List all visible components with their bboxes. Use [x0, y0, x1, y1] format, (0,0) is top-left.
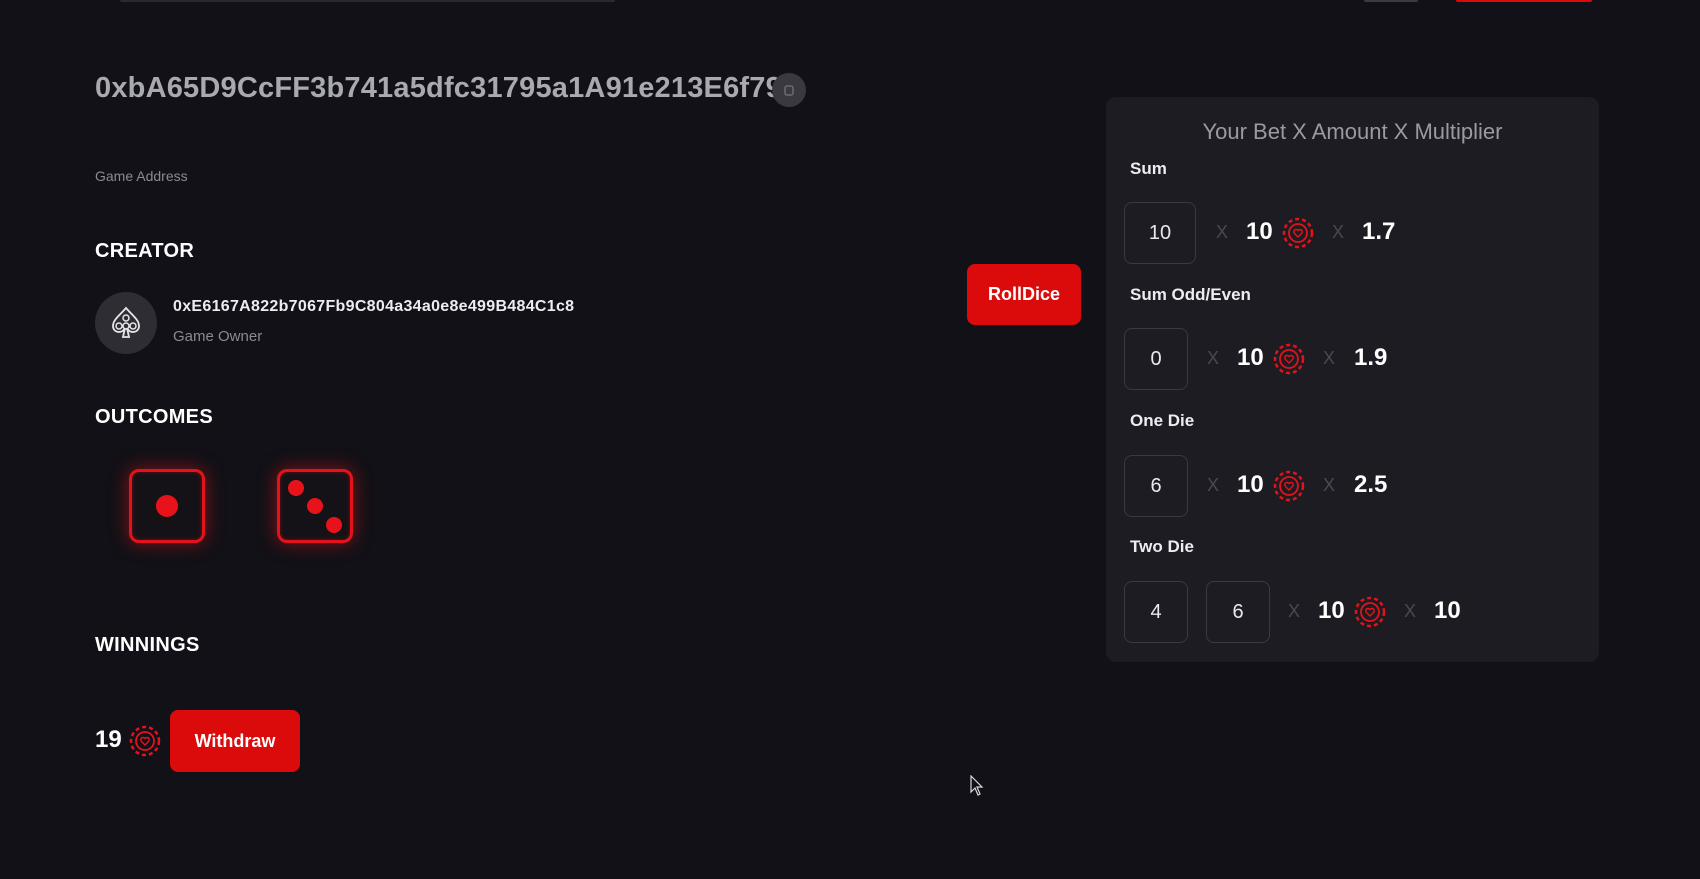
chip-icon [129, 725, 161, 757]
bet-label-two-die: Two Die [1130, 537, 1194, 556]
chip-icon [1273, 470, 1305, 502]
times-sign: X [1323, 475, 1336, 495]
bet-label-sum-odd-even: Sum Odd/Even [1130, 285, 1251, 304]
creator-role: Game Owner [173, 328, 263, 345]
outcome-die-2 [277, 469, 353, 543]
bet-amount: 10 [1237, 471, 1264, 498]
winnings-title: WINNINGS [95, 634, 200, 656]
times-sign: X [1332, 222, 1345, 242]
times-sign: X [1288, 601, 1301, 621]
outcomes-title: OUTCOMES [95, 406, 213, 428]
game-address-label: Game Address [95, 168, 188, 184]
bet-label-sum: Sum [1130, 159, 1167, 178]
top-nav-button-edge [1364, 0, 1418, 2]
creator-title: CREATOR [95, 240, 195, 262]
bet-input-one-die[interactable]: 6 [1124, 455, 1188, 517]
times-sign: X [1207, 348, 1220, 368]
game-address: 0xbA65D9CcFF3b741a5dfc31795a1A91e213E6f7… [95, 72, 799, 104]
bet-panel: Your Bet X Amount X Multiplier Sum 10 X … [1106, 97, 1599, 662]
bet-label-one-die: One Die [1130, 411, 1195, 430]
bet-multiplier: 2.5 [1354, 471, 1388, 498]
mouse-cursor-icon [970, 775, 984, 796]
bet-amount: 10 [1318, 597, 1345, 624]
withdraw-button[interactable]: Withdraw [170, 710, 300, 772]
times-sign: X [1323, 348, 1336, 368]
bet-input-two-die-second[interactable]: 6 [1206, 581, 1270, 643]
roll-dice-button[interactable]: RollDice [967, 264, 1081, 325]
outcome-die-1 [129, 469, 205, 543]
top-search-bar-edge [120, 0, 615, 2]
chip-icon [1282, 217, 1314, 249]
chip-icon [1273, 343, 1305, 375]
times-sign: X [1404, 601, 1417, 621]
bet-input-odd-even[interactable]: 0 [1124, 328, 1188, 390]
bet-multiplier: 1.7 [1362, 218, 1396, 245]
times-sign: X [1216, 222, 1229, 242]
creator-address: 0xE6167A822b7067Fb9C804a34a0e8e499B484C1… [173, 298, 575, 315]
bet-input-two-die-first[interactable]: 4 [1124, 581, 1188, 643]
bet-multiplier: 1.9 [1354, 344, 1388, 371]
die-pip [326, 517, 342, 533]
die-pip [288, 480, 304, 496]
top-connect-button-edge [1456, 0, 1592, 2]
chip-icon [1354, 596, 1386, 628]
bet-amount: 10 [1237, 344, 1264, 371]
times-sign: X [1207, 475, 1220, 495]
bet-multiplier: 10 [1434, 597, 1461, 624]
bet-amount: 10 [1246, 218, 1273, 245]
winnings-value: 19 [95, 726, 122, 753]
copy-address-button[interactable] [772, 73, 806, 107]
die-pip [156, 495, 178, 517]
bet-panel-title: Your Bet X Amount X Multiplier [1202, 119, 1503, 144]
avatar [95, 292, 157, 354]
bet-input-sum[interactable]: 10 [1124, 202, 1196, 264]
copy-icon [784, 85, 794, 96]
die-pip [307, 498, 323, 514]
spade-chips-icon [112, 306, 140, 338]
